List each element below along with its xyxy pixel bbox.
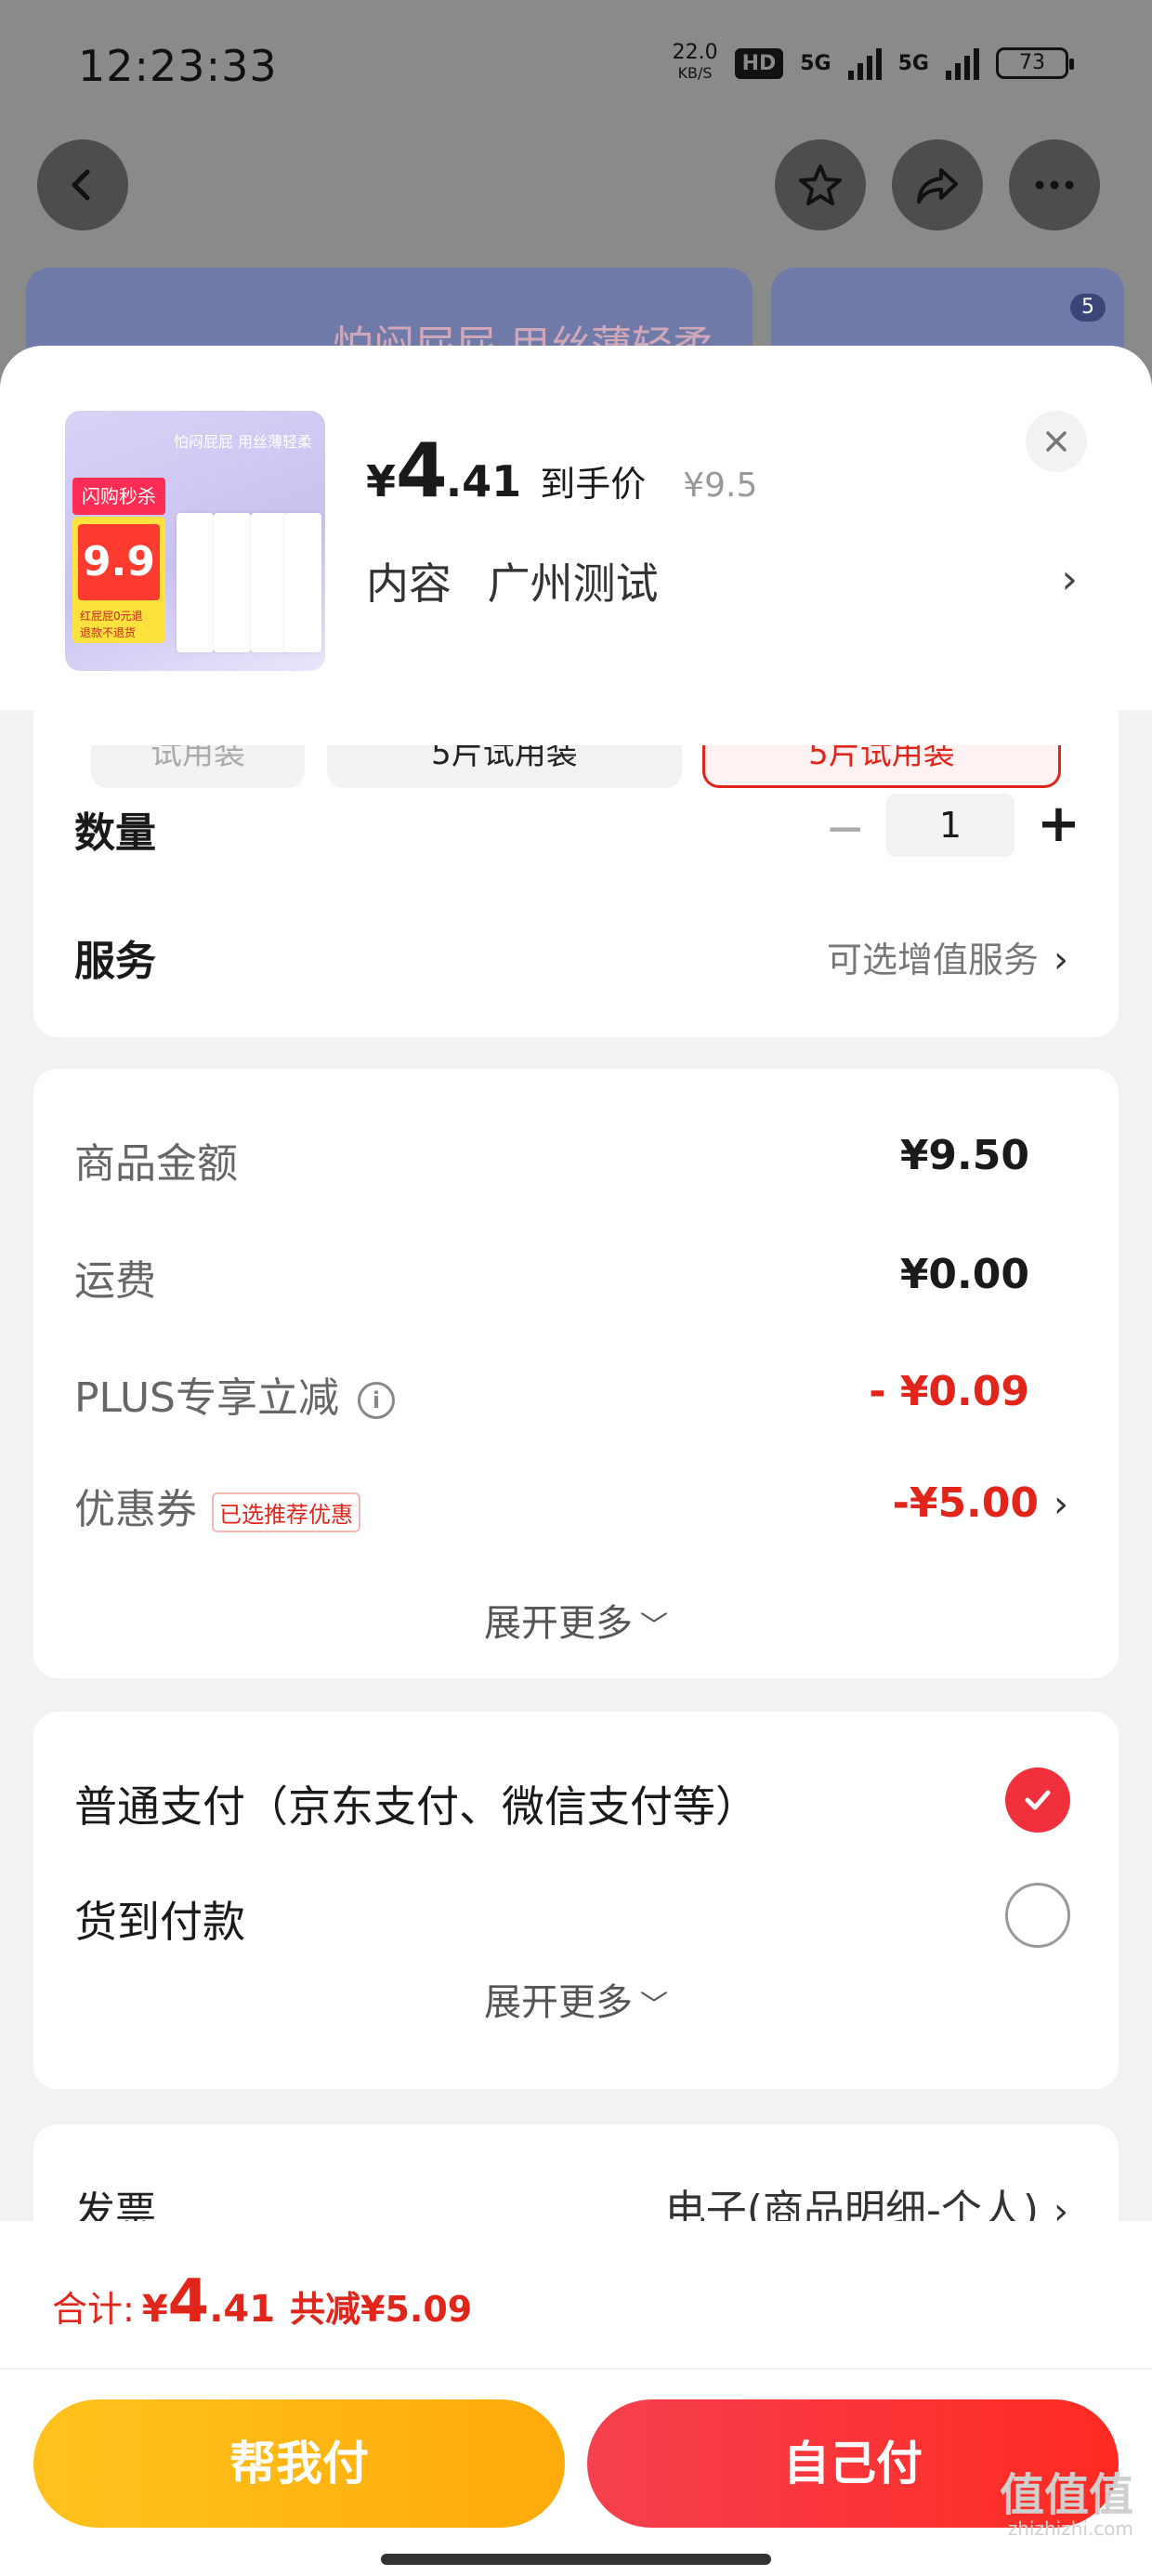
original-price: ¥9.5 bbox=[683, 467, 758, 505]
more-icon bbox=[1035, 180, 1074, 190]
close-button[interactable] bbox=[1026, 411, 1087, 472]
price-integer: 4 bbox=[396, 427, 448, 514]
coupon-value: -¥5.00 bbox=[892, 1479, 1039, 1527]
thumb-pack bbox=[177, 513, 214, 652]
total-decimal: .41 bbox=[209, 2288, 276, 2331]
hd-icon: HD bbox=[734, 47, 784, 79]
favorite-button[interactable] bbox=[775, 139, 866, 230]
share-button[interactable] bbox=[892, 139, 983, 230]
plus-discount-text: PLUS专享立减 bbox=[74, 1374, 339, 1422]
radio-checked[interactable] bbox=[1005, 1768, 1070, 1833]
chevron-down-icon: ﹀ bbox=[640, 1610, 668, 1643]
watermark-text: 值值值 bbox=[999, 2469, 1133, 2521]
battery-icon: 73 bbox=[996, 47, 1074, 79]
service-value: 可选增值服务 bbox=[826, 940, 1039, 980]
size-badge: 5 bbox=[1070, 294, 1106, 322]
quantity-label: 数量 bbox=[74, 809, 156, 857]
watermark-url: zhizhizhi.com bbox=[1007, 2517, 1133, 2540]
expand-label: 展开更多 bbox=[484, 1981, 633, 2024]
fee-expand-button[interactable]: 展开更多 ﹀ bbox=[33, 1593, 1119, 1647]
help-pay-button[interactable]: 帮我付 bbox=[33, 2399, 565, 2528]
chevron-down-icon: ﹀ bbox=[640, 1990, 668, 2022]
thumb-line2: 退款不退货 bbox=[80, 626, 137, 639]
shipping-label: 运费 bbox=[74, 1257, 156, 1305]
plus-discount-value: - ¥0.09 bbox=[869, 1368, 1029, 1415]
payment-option-cod[interactable]: 货到付款 bbox=[74, 1888, 245, 1950]
chevron-right-icon: › bbox=[1061, 556, 1078, 603]
price-decimal: .41 bbox=[445, 456, 522, 506]
checkout-footer: 合计: ¥ 4 .41 共减¥5.09 帮我付 自己付 值值值 zhizhizh… bbox=[0, 2221, 1152, 2576]
thumb-pack bbox=[284, 513, 321, 652]
info-icon[interactable]: i bbox=[358, 1382, 395, 1419]
service-selector[interactable]: 可选增值服务 › bbox=[827, 931, 1068, 982]
divider bbox=[0, 2368, 1152, 2370]
total-label: 合计: bbox=[52, 2289, 135, 2330]
total-integer: 4 bbox=[167, 2267, 210, 2336]
coupon-label: 优惠券 已选推荐优惠 bbox=[74, 1476, 360, 1535]
clock: 12:23:33 bbox=[78, 41, 278, 91]
variant-selector[interactable]: 内容 广州测试 bbox=[366, 550, 659, 611]
thumb-pack bbox=[251, 513, 288, 652]
chevron-right-icon: › bbox=[1054, 1483, 1068, 1526]
thumb-line1: 红屁屁0元退 bbox=[80, 610, 143, 623]
more-button[interactable] bbox=[1009, 139, 1100, 230]
total-summary: 合计: ¥ 4 .41 共减¥5.09 bbox=[52, 2267, 472, 2336]
speed-unit: KB/S bbox=[677, 64, 713, 82]
product-header: 怕闷屁屁 用丝薄轻柔 闪购秒杀 9.9 红屁屁0元退 退款不退货 ¥ 4 .41… bbox=[0, 346, 1152, 710]
goods-amount-value: ¥9.50 bbox=[899, 1132, 1029, 1179]
variant-label: 内容 bbox=[366, 559, 452, 609]
status-bar: 12:23:33 22.0 KB/S HD 5G 5G 73 bbox=[0, 0, 1152, 139]
network-5g-label: 5G bbox=[800, 51, 831, 75]
quantity-minus-button[interactable]: − bbox=[825, 801, 866, 857]
star-icon bbox=[799, 164, 842, 205]
spec-chip[interactable]: 试用装 bbox=[91, 745, 305, 788]
price-label: 到手价 bbox=[540, 464, 647, 505]
expand-label: 展开更多 bbox=[484, 1602, 633, 1645]
thumb-price-card: 9.9 红屁屁0元退 退款不退货 bbox=[72, 517, 165, 643]
spec-chip-selected[interactable]: 5片试用装 bbox=[702, 745, 1061, 788]
watermark: 值值值 zhizhizhi.com bbox=[1000, 2472, 1133, 2539]
plus-discount-label: PLUS专享立减 i bbox=[74, 1364, 395, 1424]
status-icons: 22.0 KB/S HD 5G 5G 73 bbox=[673, 43, 1074, 84]
thumb-tag: 闪购秒杀 bbox=[72, 478, 165, 515]
goods-amount-label: 商品金额 bbox=[74, 1140, 238, 1188]
chevron-right-icon: › bbox=[1054, 939, 1068, 981]
payment-expand-button[interactable]: 展开更多 ﹀ bbox=[33, 1972, 1119, 2026]
network-speed: 22.0 KB/S bbox=[673, 43, 718, 84]
coupon-selector[interactable]: -¥5.00 › bbox=[893, 1479, 1068, 1527]
signal-icon-2 bbox=[946, 46, 979, 80]
product-thumbnail[interactable]: 怕闷屁屁 用丝薄轻柔 闪购秒杀 9.9 红屁屁0元退 退款不退货 bbox=[65, 411, 325, 671]
radio-unchecked[interactable] bbox=[1005, 1883, 1070, 1948]
check-icon bbox=[1025, 1790, 1051, 1810]
payment-option-normal[interactable]: 普通支付（京东支付、微信支付等） bbox=[74, 1773, 758, 1834]
total-yen: ¥ bbox=[141, 2288, 168, 2331]
back-icon bbox=[72, 169, 90, 201]
coupon-text: 优惠券 bbox=[74, 1486, 197, 1533]
share-icon bbox=[917, 168, 958, 204]
signal-icon bbox=[847, 46, 882, 80]
service-label: 服务 bbox=[74, 938, 156, 985]
coupon-badge: 已选推荐优惠 bbox=[212, 1492, 360, 1532]
thumb-pack bbox=[214, 513, 251, 652]
close-icon bbox=[1046, 431, 1067, 452]
quantity-plus-button[interactable]: + bbox=[1037, 794, 1080, 854]
speed-value: 22.0 bbox=[672, 41, 718, 64]
variant-value: 广州测试 bbox=[487, 559, 659, 609]
home-indicator[interactable] bbox=[381, 2554, 771, 2565]
thumb-price: 9.9 bbox=[78, 524, 160, 600]
spec-chip[interactable]: 5片试用装 bbox=[327, 745, 682, 788]
total-savings: 共减¥5.09 bbox=[290, 2289, 473, 2330]
quantity-input[interactable]: 1 bbox=[886, 794, 1015, 857]
price-yen: ¥ bbox=[366, 456, 397, 506]
thumb-title: 怕闷屁屁 用丝薄轻柔 bbox=[173, 433, 312, 451]
back-button[interactable] bbox=[37, 139, 128, 230]
network-5g-label-2: 5G bbox=[897, 51, 929, 75]
price-row: ¥ 4 .41 到手价 ¥9.5 bbox=[366, 427, 757, 514]
shipping-value: ¥0.00 bbox=[899, 1251, 1029, 1298]
